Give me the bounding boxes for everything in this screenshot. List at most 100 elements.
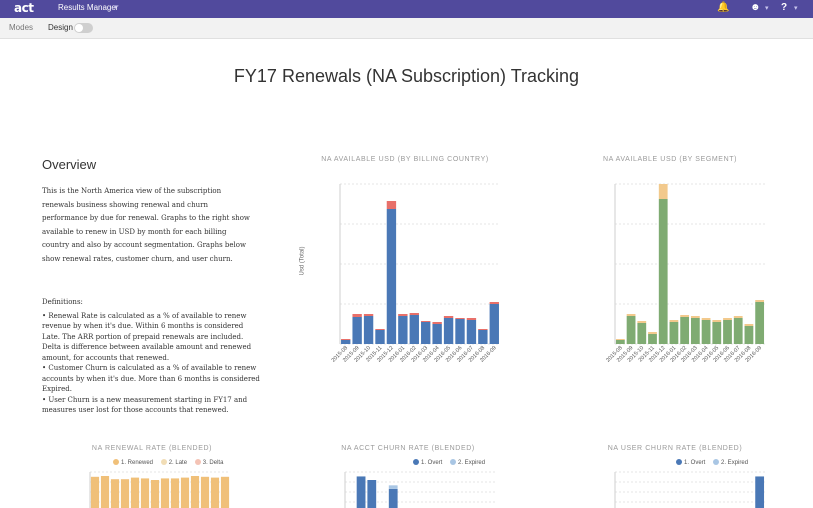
bar[interactable] — [90, 476, 100, 508]
bar[interactable] — [489, 304, 499, 344]
bar[interactable] — [690, 316, 700, 318]
bar[interactable] — [443, 316, 454, 318]
legend-item[interactable]: 1. Overt — [413, 459, 442, 466]
bar[interactable] — [398, 314, 408, 316]
bar[interactable] — [210, 477, 220, 508]
bar[interactable] — [140, 478, 150, 508]
bar[interactable] — [701, 320, 711, 344]
legend-item[interactable]: 1. Overt — [676, 459, 706, 466]
bar[interactable] — [658, 199, 668, 344]
bar[interactable] — [398, 316, 408, 344]
bar[interactable] — [637, 321, 647, 323]
legend-item[interactable]: 3. Delta — [194, 459, 223, 466]
bar[interactable] — [648, 334, 657, 344]
bar[interactable] — [386, 209, 397, 344]
bar[interactable] — [690, 318, 700, 344]
app-logo[interactable]: act — [14, 1, 34, 15]
bar[interactable] — [120, 479, 130, 508]
bar[interactable] — [712, 322, 722, 344]
bar[interactable] — [421, 322, 431, 344]
user-icon[interactable]: ☻ — [750, 2, 761, 13]
bar[interactable] — [733, 316, 743, 318]
bar[interactable] — [341, 339, 351, 340]
bar[interactable] — [356, 476, 366, 508]
app-switcher-label[interactable]: Results Manager — [58, 3, 118, 12]
bar[interactable] — [200, 476, 210, 508]
bar[interactable] — [744, 324, 754, 326]
definition-customer-churn: • Customer Churn is calculated as a % of… — [42, 364, 260, 393]
chart-billing-country: 2015-082015-092015-102015-112015-122016-… — [331, 183, 500, 364]
bar[interactable] — [409, 313, 419, 315]
help-icon[interactable]: ? — [781, 2, 787, 13]
bar[interactable] — [755, 300, 765, 302]
bar[interactable] — [466, 318, 477, 320]
bar[interactable] — [455, 319, 465, 344]
bar[interactable] — [626, 314, 636, 316]
bar[interactable] — [478, 329, 488, 330]
help-menu-chevron-icon[interactable]: ▾ — [794, 4, 798, 12]
bar[interactable] — [432, 324, 442, 344]
bar[interactable] — [110, 479, 120, 508]
bar[interactable] — [421, 321, 431, 322]
bar[interactable] — [375, 329, 385, 330]
bar[interactable] — [409, 315, 419, 344]
bar[interactable] — [150, 480, 160, 508]
bar[interactable] — [388, 488, 398, 508]
bar[interactable] — [100, 476, 110, 508]
bar[interactable] — [669, 322, 679, 344]
bar[interactable] — [615, 339, 625, 340]
bar[interactable] — [443, 318, 454, 344]
legend-item[interactable]: 2. Late — [160, 459, 188, 466]
bar[interactable] — [658, 184, 668, 199]
bar[interactable] — [615, 340, 625, 344]
legend-item[interactable]: 1. Renewed — [113, 459, 153, 466]
bar[interactable] — [367, 480, 377, 508]
bar[interactable] — [723, 318, 732, 320]
bar[interactable] — [352, 317, 362, 344]
bar[interactable] — [680, 317, 690, 344]
user-menu-chevron-icon[interactable]: ▾ — [765, 4, 769, 12]
legend-label: 1. Overt — [684, 460, 706, 466]
bar[interactable] — [680, 315, 690, 317]
bar[interactable] — [637, 323, 647, 344]
legend-swatch — [713, 459, 720, 465]
bar[interactable] — [733, 318, 743, 344]
bar[interactable] — [363, 314, 374, 316]
legend-acct-churn: 1. Overt 2. Expired — [413, 459, 491, 466]
chart-title-billing-country: NA AVAILABLE USD (BY BILLING COUNTRY) — [321, 156, 489, 163]
chevron-down-icon[interactable]: ▾ — [114, 3, 118, 11]
bar[interactable] — [388, 485, 398, 489]
bar[interactable] — [744, 326, 754, 344]
bar[interactable] — [341, 340, 351, 344]
bar[interactable] — [170, 478, 180, 508]
bar[interactable] — [130, 477, 140, 508]
bar[interactable] — [478, 330, 488, 344]
bar[interactable] — [712, 320, 722, 322]
bar[interactable] — [648, 332, 657, 334]
bar[interactable] — [180, 477, 190, 508]
legend-item[interactable]: 2. Expired — [713, 459, 748, 466]
bar[interactable] — [755, 476, 765, 508]
legend-label: 2. Late — [168, 460, 188, 466]
legend-item[interactable]: 2. Expired — [450, 459, 485, 466]
modes-label[interactable]: Modes — [9, 23, 33, 32]
chart-acct-churn — [344, 471, 495, 508]
bar[interactable] — [220, 476, 230, 508]
bar[interactable] — [190, 476, 200, 508]
bar[interactable] — [755, 302, 765, 344]
bar[interactable] — [352, 314, 362, 317]
bar[interactable] — [432, 322, 442, 324]
design-toggle[interactable] — [74, 23, 93, 33]
bar[interactable] — [723, 320, 732, 344]
bar[interactable] — [701, 318, 711, 320]
bar[interactable] — [386, 201, 397, 209]
bar[interactable] — [466, 320, 477, 344]
bell-icon[interactable]: 🔔 — [717, 2, 729, 13]
bar[interactable] — [375, 330, 385, 344]
bar[interactable] — [455, 318, 465, 319]
bar[interactable] — [669, 320, 679, 322]
bar[interactable] — [489, 302, 499, 304]
bar[interactable] — [626, 316, 636, 344]
bar[interactable] — [363, 316, 374, 344]
bar[interactable] — [160, 478, 170, 508]
